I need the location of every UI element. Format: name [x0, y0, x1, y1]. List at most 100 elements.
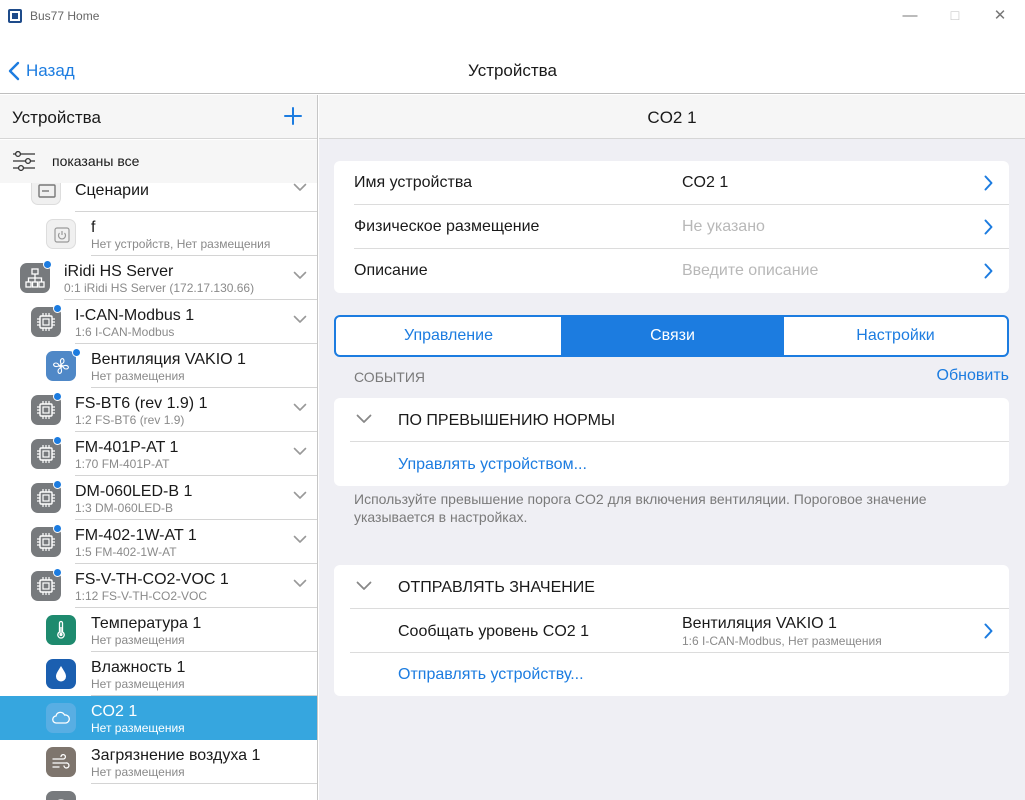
sidebar-item[interactable]: iRidi HS Server 0:1 iRidi HS Server (172.… [0, 256, 317, 300]
send-to-device-link[interactable]: Отправлять устройству... [398, 666, 584, 684]
property-label: Имя устройства [354, 174, 473, 191]
sidebar-item-name: I-CAN-Modbus 1 [75, 307, 195, 324]
send-value-link-row[interactable]: Сообщать уровень CO2 1 Вентиляция VAKIO … [334, 609, 1009, 653]
thermometer-icon [46, 615, 76, 645]
droplet-icon [46, 659, 76, 689]
sidebar-item[interactable]: Вентиляция VAKIO 1 Нет размещения [0, 344, 317, 388]
sidebar-item[interactable]: FS-BT6 (rev 1.9) 1 1:2 FS-BT6 (rev 1.9) [0, 388, 317, 432]
send-value-section-header[interactable]: ОТПРАВЛЯТЬ ЗНАЧЕНИЕ [334, 565, 1009, 609]
sidebar-item-subtitle: 1:5 FM-402-1W-AT [75, 545, 177, 559]
property-label: Физическое размещение [354, 218, 540, 235]
divider [350, 652, 1009, 653]
sidebar-item-subtitle: 1:12 FS-V-TH-CO2-VOC [75, 589, 208, 603]
sidebar-item-name: Вентиляция VAKIO 1 [91, 351, 246, 368]
sidebar-item[interactable]: CO2 1 Нет размещения [0, 696, 317, 740]
chevron-down-icon[interactable] [293, 579, 307, 588]
chevron-down-icon[interactable] [293, 315, 307, 324]
close-button[interactable]: ✕ [990, 6, 1010, 26]
detail-header: CO2 1 [319, 95, 1025, 139]
chevron-down-icon[interactable] [293, 447, 307, 456]
chevron-down-icon[interactable] [293, 271, 307, 280]
add-device-button[interactable] [281, 104, 305, 128]
sidebar-item-subtitle: 1:2 FS-BT6 (rev 1.9) [75, 413, 185, 427]
sidebar-item-name: f [91, 219, 96, 236]
sidebar-item-subtitle: Нет размещения [91, 633, 185, 647]
sidebar-item-subtitle: 1:3 DM-060LED-B [75, 501, 174, 515]
sidebar-item[interactable]: FS-V-TH-CO2-VOC 1 1:12 FS-V-TH-CO2-VOC [0, 564, 317, 608]
cloud-icon [46, 703, 76, 733]
sidebar-item[interactable]: Загрязнение воздуха 1 Нет размещения [0, 740, 317, 784]
chevron-down-icon[interactable] [293, 535, 307, 544]
property-row-description[interactable]: Описание Введите описание [334, 249, 1009, 293]
scenario-icon [31, 183, 61, 205]
sidebar-item[interactable]: Сценарии [0, 183, 317, 212]
threshold-section-card: ПО ПРЕВЫШЕНИЮ НОРМЫ Управлять устройство… [334, 398, 1009, 486]
section-title: ОТПРАВЛЯТЬ ЗНАЧЕНИЕ [398, 579, 595, 596]
filter-label: показаны все [52, 153, 140, 169]
events-section-label: СОБЫТИЯ [354, 369, 425, 385]
chevron-down-icon[interactable] [293, 183, 307, 192]
tab-settings[interactable]: Настройки [783, 317, 1007, 355]
maximize-button[interactable]: ☐ [945, 6, 965, 26]
sidebar-item-name: FM-401P-AT 1 [75, 439, 179, 456]
sidebar-item-subtitle: Нет размещения [91, 677, 185, 691]
refresh-button[interactable]: Обновить [937, 367, 1009, 385]
send-value-section-card: ОТПРАВЛЯТЬ ЗНАЧЕНИЕ Сообщать уровень CO2… [334, 565, 1009, 696]
sidebar-item[interactable]: FM-401P-AT 1 1:70 FM-401P-AT [0, 432, 317, 476]
sidebar-item[interactable]: I-CAN-Modbus 1 1:6 I-CAN-Modbus [0, 300, 317, 344]
sidebar-item-name: iRidi HS Server [64, 263, 174, 280]
status-dot [53, 568, 62, 577]
sidebar-item-subtitle: Нет устройств, Нет размещения [91, 237, 271, 251]
sidebar-item[interactable]: Датчик давления 1 [0, 784, 317, 800]
status-dot [72, 348, 81, 357]
status-dot [53, 304, 62, 313]
section-title: ПО ПРЕВЫШЕНИЮ НОРМЫ [398, 412, 616, 429]
tab-segmented-control: Управление Связи Настройки [334, 315, 1009, 357]
minimize-button[interactable]: — [900, 6, 920, 26]
sidebar-item-name: FS-V-TH-CO2-VOC 1 [75, 571, 229, 588]
sidebar-title: Устройства [12, 108, 101, 127]
sidebar-item-name: Загрязнение воздуха 1 [91, 747, 261, 764]
sidebar-item-subtitle: 1:70 FM-401P-AT [75, 457, 170, 471]
status-dot [53, 436, 62, 445]
property-value: Введите описание [682, 262, 819, 279]
property-value: Не указано [682, 218, 765, 235]
chevron-right-icon [984, 219, 993, 235]
chevron-right-icon [984, 263, 993, 279]
filter-row[interactable]: показаны все [0, 140, 317, 183]
sidebar-item[interactable]: f Нет устройств, Нет размещения [0, 212, 317, 256]
chevron-right-icon [984, 175, 993, 191]
chevron-down-icon [356, 414, 372, 423]
app-logo-icon [8, 9, 22, 23]
device-tree: Сценарии f Нет устройств, Нет размещения iR… [0, 183, 317, 800]
gauge-icon [46, 791, 76, 800]
sidebar-item[interactable]: FM-402-1W-AT 1 1:5 FM-402-1W-AT [0, 520, 317, 564]
property-row-device-name[interactable]: Имя устройства CO2 1 [334, 161, 1009, 205]
sidebar-item-name: Температура 1 [91, 615, 202, 632]
sidebar-item-subtitle: 0:1 iRidi HS Server (172.17.130.66) [64, 281, 255, 295]
sidebar-item[interactable]: DM-060LED-B 1 1:3 DM-060LED-B [0, 476, 317, 520]
sidebar-item[interactable]: Влажность 1 Нет размещения [0, 652, 317, 696]
threshold-section-header[interactable]: ПО ПРЕВЫШЕНИЮ НОРМЫ [334, 398, 1009, 442]
navigation-bar: Назад Устройства [0, 32, 1025, 94]
control-device-link[interactable]: Управлять устройством... [398, 456, 587, 474]
device-detail-panel: CO2 1 Имя устройства CO2 1 Физическое ра… [319, 95, 1025, 800]
tab-links[interactable]: Связи [561, 317, 783, 355]
threshold-hint-text: Используйте превышение порога CO2 для вк… [354, 491, 927, 525]
property-value: CO2 1 [682, 174, 729, 191]
power-icon [46, 219, 76, 249]
status-dot [43, 260, 52, 269]
chevron-down-icon[interactable] [293, 491, 307, 500]
sidebar-item-name: CO2 1 [91, 703, 138, 720]
page-title: Устройства [468, 61, 557, 80]
tab-control[interactable]: Управление [336, 317, 561, 355]
property-row-location[interactable]: Физическое размещение Не указано [334, 205, 1009, 249]
chevron-down-icon[interactable] [293, 403, 307, 412]
sidebar-item[interactable]: Температура 1 Нет размещения [0, 608, 317, 652]
status-dot [53, 480, 62, 489]
properties-card: Имя устройства CO2 1 Физическое размещен… [334, 161, 1009, 293]
chevron-down-icon [356, 581, 372, 590]
sidebar-item-subtitle: Нет размещения [91, 369, 185, 383]
sidebar-header: Устройства [0, 95, 317, 139]
chevron-right-icon [984, 623, 993, 639]
